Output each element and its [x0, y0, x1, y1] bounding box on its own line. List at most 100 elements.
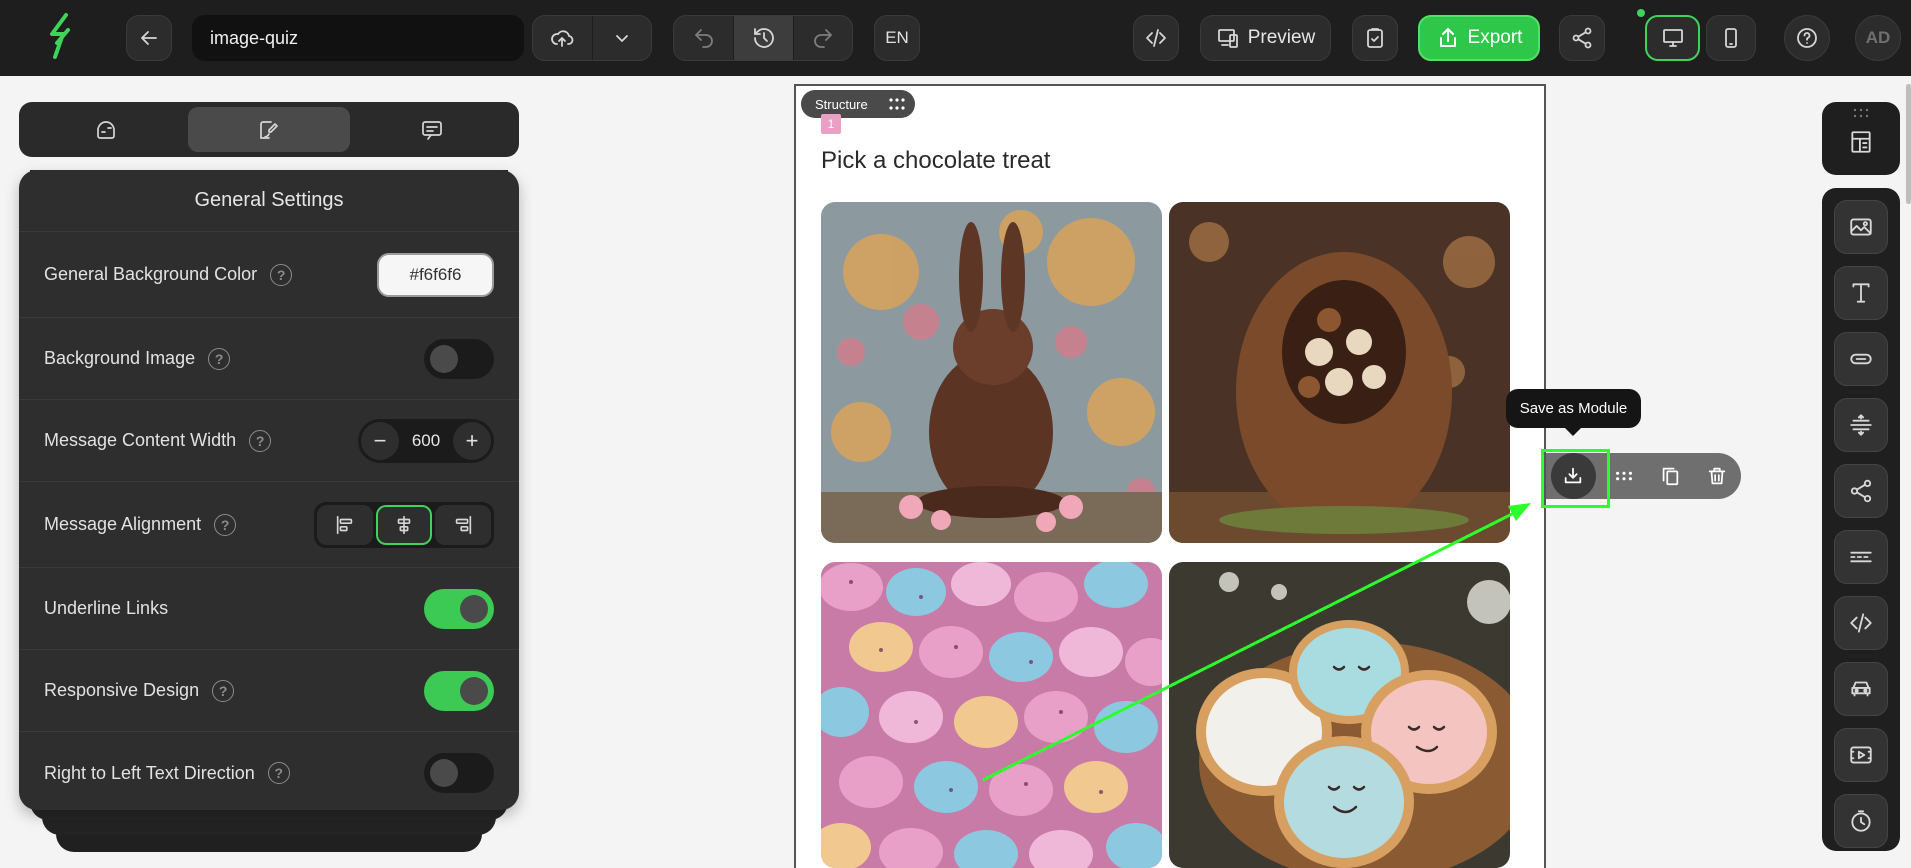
- image-chocolate-egg[interactable]: [1169, 202, 1510, 543]
- quiz-title[interactable]: Pick a chocolate treat: [821, 147, 1050, 175]
- button-block-button[interactable]: [1834, 332, 1888, 386]
- setting-alignment: Message Alignment ?: [19, 482, 519, 568]
- help-icon[interactable]: ?: [267, 762, 290, 784]
- structure-label: Structure: [815, 96, 868, 112]
- undo-button[interactable]: [674, 16, 733, 60]
- duplicate-block-button[interactable]: [1649, 456, 1692, 496]
- help-icon: [1797, 28, 1817, 48]
- structure-tag[interactable]: Structure: [801, 90, 915, 118]
- setting-label: Background Image: [44, 348, 196, 368]
- desktop-icon: [1662, 29, 1683, 47]
- rtl-direction-toggle[interactable]: [424, 753, 494, 793]
- spacer-block-icon: [1850, 414, 1872, 436]
- user-avatar[interactable]: AD: [1855, 15, 1901, 61]
- background-color-input[interactable]: #f6f6f6: [377, 252, 494, 297]
- online-indicator: [1637, 9, 1645, 17]
- help-icon[interactable]: ?: [212, 679, 235, 702]
- image-block-button[interactable]: [1834, 200, 1888, 254]
- save-as-module-tooltip: Save as Module: [1506, 389, 1641, 436]
- delete-block-button[interactable]: [1695, 456, 1738, 496]
- video-block-button[interactable]: [1834, 728, 1888, 782]
- background-image-toggle[interactable]: [424, 338, 494, 379]
- setting-background-color: General Background Color ? #f6f6f6: [19, 232, 519, 318]
- code-view-button[interactable]: [1133, 15, 1179, 61]
- structure-layout-icon: [1851, 131, 1871, 153]
- video-block-icon: [1850, 746, 1872, 764]
- setting-background-image: Background Image ?: [19, 318, 519, 400]
- menu-block-button[interactable]: [1834, 662, 1888, 716]
- arrow-left-icon: [141, 31, 157, 45]
- share-button[interactable]: [1559, 15, 1605, 61]
- menu-block-icon: [1851, 681, 1871, 697]
- increment-button[interactable]: +: [453, 421, 491, 460]
- structures-panel-button[interactable]: [1822, 102, 1900, 175]
- help-icon[interactable]: ?: [208, 347, 231, 370]
- image-block-icon: [1850, 218, 1872, 236]
- setting-label: Message Alignment: [44, 514, 202, 534]
- image-decorated-cookies[interactable]: [1169, 562, 1510, 868]
- text-block-icon: [1852, 283, 1870, 303]
- setting-label: Responsive Design: [44, 680, 200, 700]
- devices-icon: [1217, 29, 1238, 48]
- undo-icon: [694, 29, 713, 48]
- setting-content-width: Message Content Width ? − 600 +: [19, 400, 519, 482]
- help-icon[interactable]: ?: [249, 429, 272, 452]
- align-left-button[interactable]: [317, 504, 373, 545]
- setting-label: Message Content Width: [44, 430, 237, 450]
- delete-icon: [1708, 467, 1725, 485]
- language-button[interactable]: EN: [874, 15, 920, 61]
- mobile-view-button[interactable]: [1706, 15, 1756, 61]
- save-options-dropdown[interactable]: [591, 16, 651, 60]
- help-button[interactable]: [1784, 15, 1830, 61]
- html-block-button[interactable]: [1834, 596, 1888, 650]
- setting-underline-links: Underline Links: [19, 568, 519, 650]
- help-icon[interactable]: ?: [270, 263, 293, 286]
- preview-button[interactable]: Preview: [1200, 15, 1331, 61]
- content-width-stepper: − 600 +: [358, 418, 494, 463]
- panel-tabs: [19, 102, 519, 157]
- tab-appearance[interactable]: [25, 107, 188, 152]
- timer-block-icon: [1851, 810, 1871, 832]
- redo-button[interactable]: [792, 16, 852, 60]
- back-button[interactable]: [126, 15, 172, 61]
- grip-icon: [1853, 108, 1869, 118]
- highlight-box: [1541, 449, 1610, 508]
- text-block-button[interactable]: [1834, 266, 1888, 320]
- cloud-upload-button[interactable]: [533, 16, 592, 60]
- canvas-scrollbar[interactable]: [1906, 84, 1911, 204]
- content-width-value[interactable]: 600: [412, 431, 440, 451]
- help-icon[interactable]: ?: [214, 513, 237, 536]
- redo-icon: [813, 29, 832, 48]
- project-name-field[interactable]: image-quiz: [192, 15, 524, 61]
- divider-block-icon: [1850, 551, 1872, 563]
- tab-comments[interactable]: [350, 107, 513, 152]
- style-brush-icon: [260, 120, 278, 139]
- version-history-button[interactable]: [733, 16, 793, 60]
- tab-style[interactable]: [187, 107, 351, 152]
- history-icon: [753, 28, 774, 48]
- timer-block-button[interactable]: [1834, 794, 1888, 848]
- panel-title: General Settings: [19, 170, 519, 232]
- desktop-view-button[interactable]: [1645, 15, 1700, 61]
- duplicate-icon: [1663, 467, 1679, 486]
- setting-label: General Background Color: [44, 264, 258, 284]
- export-label: Export: [1467, 27, 1523, 48]
- language-label: EN: [885, 28, 909, 47]
- test-checklist-button[interactable]: [1352, 15, 1398, 61]
- share-icon: [1572, 27, 1592, 49]
- image-speckled-candy-eggs[interactable]: [821, 562, 1162, 868]
- decrement-button[interactable]: −: [361, 421, 399, 460]
- export-icon: [1439, 28, 1456, 47]
- chevron-down-icon: [616, 35, 628, 42]
- app-logo[interactable]: [46, 12, 76, 60]
- underline-links-toggle[interactable]: [424, 588, 494, 629]
- social-block-button[interactable]: [1834, 464, 1888, 518]
- image-chocolate-bunny[interactable]: [821, 202, 1162, 543]
- responsive-design-toggle[interactable]: [424, 670, 494, 711]
- align-center-button[interactable]: [376, 504, 432, 545]
- align-right-button[interactable]: [435, 504, 491, 545]
- setting-rtl-direction: Right to Left Text Direction ?: [19, 732, 519, 810]
- divider-block-button[interactable]: [1834, 530, 1888, 584]
- export-button[interactable]: Export: [1418, 15, 1540, 61]
- spacer-block-button[interactable]: [1834, 398, 1888, 452]
